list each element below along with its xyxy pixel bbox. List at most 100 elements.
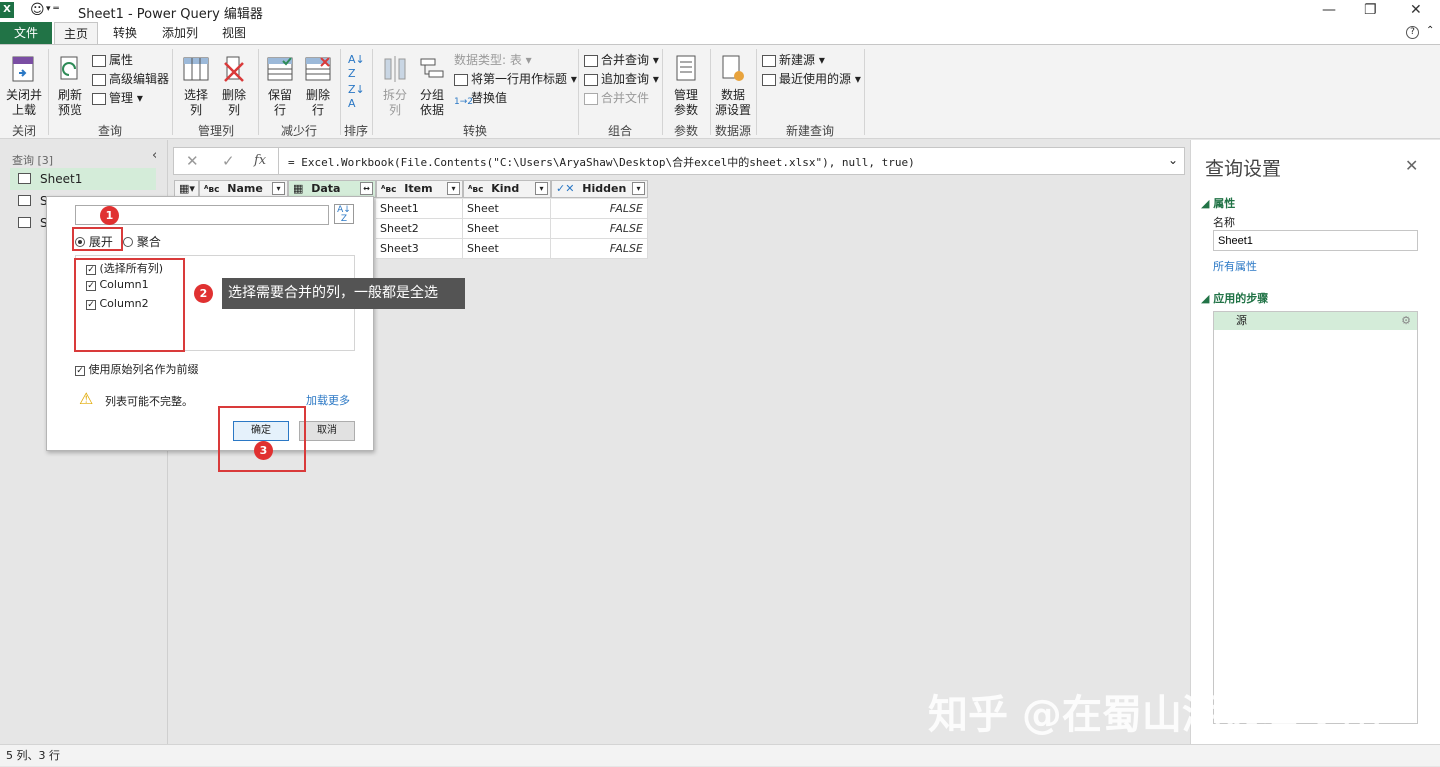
query-settings-panel: 查询设置 ✕ ◢ 属性 名称 所有属性 ◢ 应用的步骤 源 ⚙ xyxy=(1190,140,1440,744)
table-cell[interactable]: Sheet3 xyxy=(376,239,463,259)
applied-steps-header[interactable]: ◢ 应用的步骤 xyxy=(1201,290,1268,306)
tab-transform[interactable]: 转换 xyxy=(104,22,146,44)
radio-aggregate[interactable]: 聚合 xyxy=(123,233,161,250)
quick-access-dropdown-icon[interactable]: ▾ ═ xyxy=(46,4,59,14)
table-cell[interactable]: FALSE xyxy=(551,219,648,239)
data-type-dropdown[interactable]: 数据类型: 表 ▾ xyxy=(454,51,532,69)
step-badge: 2 xyxy=(194,284,213,303)
sort-az-icon[interactable]: A↓ Z xyxy=(334,204,354,224)
collapse-pane-icon[interactable]: ‹ xyxy=(152,148,157,163)
sort-descending-icon[interactable]: Z↓ A xyxy=(348,83,365,111)
remove-columns-label: 删除 列 xyxy=(221,88,246,117)
table-cell[interactable]: Sheet xyxy=(463,199,551,219)
close-load-icon xyxy=(12,56,34,82)
tab-file[interactable]: 文件 xyxy=(0,22,52,44)
table-cell[interactable]: Sheet xyxy=(463,239,551,259)
smiley-feedback-icon[interactable]: ☺ xyxy=(30,2,45,18)
gear-icon[interactable]: ⚙ xyxy=(1401,312,1411,330)
filter-dropdown-icon[interactable]: ▾ xyxy=(272,182,285,195)
filter-dropdown-icon[interactable]: ▾ xyxy=(632,182,645,195)
text-type-icon: ᴬʙᴄ xyxy=(381,185,397,195)
first-row-header-button[interactable]: 将第一行用作标题 ▾ xyxy=(454,70,577,88)
restore-button[interactable]: ❐ xyxy=(1364,2,1377,18)
manage-parameters-button[interactable]: 管理 参数 xyxy=(666,53,706,118)
recent-sources-button[interactable]: 最近使用的源 ▾ xyxy=(762,70,861,88)
load-more-link[interactable]: 加载更多 xyxy=(306,392,350,408)
table-cell[interactable]: FALSE xyxy=(551,239,648,259)
manage-label: 管理 xyxy=(109,91,134,105)
expand-formula-icon[interactable]: ⌄ xyxy=(1168,153,1178,167)
table-cell[interactable]: Sheet1 xyxy=(376,199,463,219)
expand-column-icon[interactable]: ↔ xyxy=(360,182,373,195)
tab-home[interactable]: 主页 xyxy=(54,22,98,44)
confirm-formula-icon[interactable]: ✓ xyxy=(222,152,235,170)
checkbox-prefix[interactable]: ✓ 使用原始列名作为前缀 xyxy=(75,361,199,377)
applied-step-item[interactable]: 源 ⚙ xyxy=(1214,312,1417,330)
group-label-data-sources: 数据源 xyxy=(714,124,751,138)
highlight-box-columns xyxy=(74,258,185,352)
column-header-kind[interactable]: ᴬʙᴄ Kind ▾ xyxy=(463,180,551,198)
formula-input[interactable]: = Excel.Workbook(File.Contents("C:\Users… xyxy=(288,154,915,170)
keep-rows-button[interactable]: 保留 行 xyxy=(262,53,298,118)
group-label-query: 查询 xyxy=(97,124,122,138)
data-source-settings-icon xyxy=(722,55,744,81)
step-badge: 1 xyxy=(100,206,119,225)
append-queries-button[interactable]: 追加查询 ▾ xyxy=(584,70,659,88)
table-icon xyxy=(18,217,31,228)
fx-icon[interactable]: fx xyxy=(254,153,266,168)
query-item[interactable]: Sheet1 xyxy=(10,168,156,190)
refresh-preview-button[interactable]: 刷新 预览 xyxy=(52,53,88,118)
table-cell[interactable]: FALSE xyxy=(551,199,648,219)
group-by-button[interactable]: 分组 依据 xyxy=(414,53,450,118)
column-header-item[interactable]: ᴬʙᴄ Item ▾ xyxy=(376,180,463,198)
applied-steps-list: 源 ⚙ xyxy=(1213,311,1418,724)
column-header-label: Data xyxy=(311,182,341,195)
properties-button[interactable]: 属性 xyxy=(92,51,133,69)
remove-columns-button[interactable]: 删除 列 xyxy=(216,53,252,118)
group-by-label: 分组 依据 xyxy=(419,88,444,117)
properties-section-header[interactable]: ◢ 属性 xyxy=(1201,195,1235,211)
query-name-input[interactable] xyxy=(1213,230,1418,251)
filter-dropdown-icon[interactable]: ▾ xyxy=(535,182,548,195)
choose-columns-label: 选择 列 xyxy=(183,88,208,117)
tab-view[interactable]: 视图 xyxy=(214,22,254,44)
step-label: 源 xyxy=(1236,314,1247,327)
minimize-button[interactable]: — xyxy=(1322,2,1336,18)
advanced-editor-button[interactable]: 高级编辑器 xyxy=(92,70,169,88)
collapse-ribbon-icon[interactable]: ⌃ xyxy=(1426,25,1434,36)
tab-add-column[interactable]: 添加列 xyxy=(156,22,204,44)
formula-separator xyxy=(278,148,279,174)
merge-queries-button[interactable]: 合并查询 ▾ xyxy=(584,51,659,69)
text-type-icon: ᴬʙᴄ xyxy=(468,185,484,195)
combine-files-button[interactable]: 合并文件 xyxy=(584,89,649,107)
data-source-settings-button[interactable]: 数据 源设置 xyxy=(712,53,754,118)
table-cell[interactable]: Sheet xyxy=(463,219,551,239)
cancel-formula-icon[interactable]: ✕ xyxy=(186,152,199,170)
column-header-hidden[interactable]: ✓✕ Hidden ▾ xyxy=(551,180,648,198)
cancel-button[interactable]: 取消 xyxy=(299,421,355,441)
filter-dropdown-icon[interactable]: ▾ xyxy=(447,182,460,195)
parameters-icon xyxy=(676,55,696,81)
radio-unselected-icon xyxy=(123,237,133,247)
watermark-text: 知乎 @在蜀山湖边看夕阳 xyxy=(928,692,1382,738)
column-header-label: Kind xyxy=(491,182,520,195)
group-label-reduce-rows: 减少行 xyxy=(280,124,317,138)
close-window-button[interactable]: ✕ xyxy=(1410,2,1422,18)
choose-columns-button[interactable]: 选择 列 xyxy=(178,53,214,118)
replace-values-button[interactable]: 1→2替换值 xyxy=(454,89,507,107)
sort-ascending-icon[interactable]: A↓ Z xyxy=(348,53,365,81)
all-properties-link[interactable]: 所有属性 xyxy=(1213,258,1257,274)
manage-button[interactable]: 管理 ▾ xyxy=(92,89,143,107)
close-panel-icon[interactable]: ✕ xyxy=(1405,156,1418,175)
new-source-button[interactable]: 新建源 ▾ xyxy=(762,51,825,69)
table-icon xyxy=(18,195,31,206)
ribbon: 关闭并 上载 刷新 预览 属性 高级编辑器 管理 ▾ 关闭 查询 选择 列 删除… xyxy=(0,44,1440,139)
help-icon[interactable]: ? xyxy=(1406,26,1419,39)
close-load-label: 关闭并 上载 xyxy=(5,88,42,117)
combine-files-label: 合并文件 xyxy=(601,91,650,105)
remove-rows-button[interactable]: 删除 行 xyxy=(300,53,336,118)
close-and-load-button[interactable]: 关闭并 上载 xyxy=(4,53,44,118)
table-cell[interactable]: Sheet2 xyxy=(376,219,463,239)
split-column-button[interactable]: 拆分 列 xyxy=(378,53,412,118)
advanced-editor-label: 高级编辑器 xyxy=(109,72,170,86)
